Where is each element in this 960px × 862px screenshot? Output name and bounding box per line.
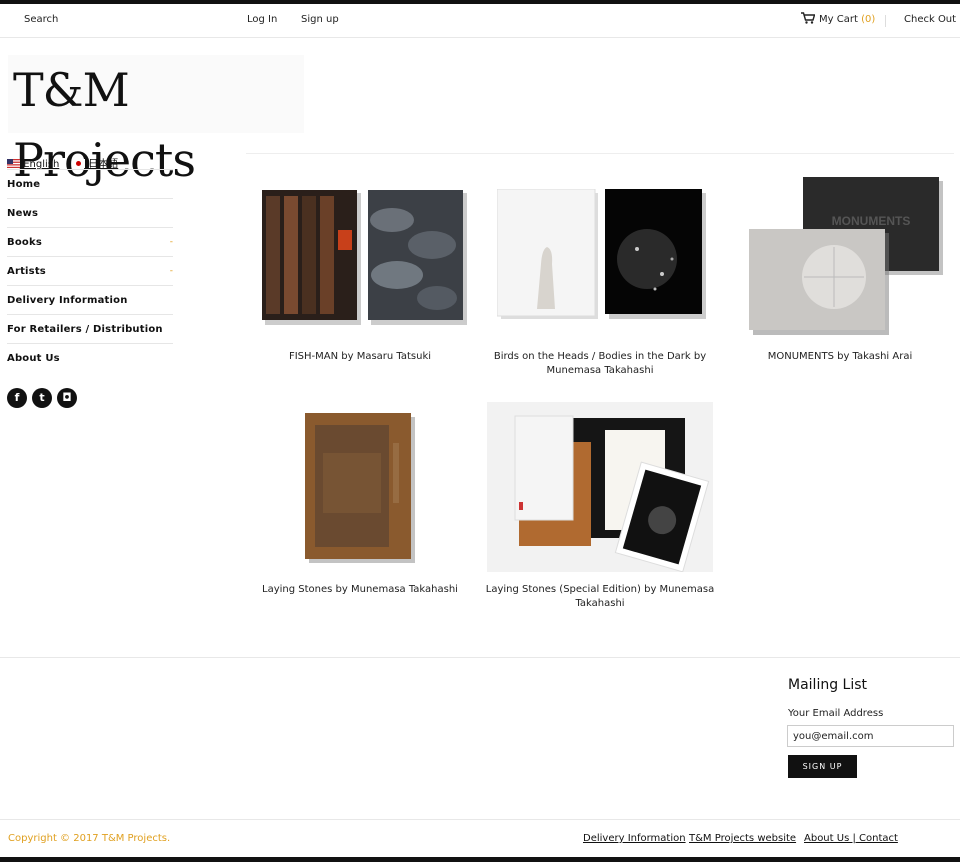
- product-card[interactable]: Laying Stones by Munemasa Takahashi: [250, 400, 470, 600]
- divider: [885, 15, 886, 27]
- signup-button[interactable]: SIGN UP: [788, 755, 857, 778]
- footer-link-about[interactable]: About Us | Contact: [804, 833, 898, 844]
- twitter-icon[interactable]: t: [32, 388, 52, 408]
- checkout-link[interactable]: Check Out: [904, 14, 956, 25]
- footer-divider: [0, 657, 960, 658]
- mailing-list-label: Your Email Address: [788, 708, 884, 719]
- footer-link-website[interactable]: T&M Projects website: [689, 833, 796, 844]
- nav-item-home[interactable]: Home: [7, 169, 173, 198]
- product-image-monuments[interactable]: MONUMENTS: [749, 177, 945, 335]
- product-card[interactable]: FISH-MAN by Masaru Tatsuki: [250, 175, 470, 375]
- login-link[interactable]: Log In: [247, 14, 277, 25]
- nav-label: Books: [7, 237, 42, 248]
- product-title[interactable]: Birds on the Heads / Bodies in the Dark …: [485, 350, 715, 378]
- nav-item-delivery[interactable]: Delivery Information: [7, 285, 173, 314]
- footer-link-delivery[interactable]: Delivery Information: [583, 833, 686, 844]
- site-logo[interactable]: T&M Projects: [8, 55, 304, 187]
- product-image-birds[interactable]: [497, 189, 707, 319]
- nav-item-about[interactable]: About Us: [7, 343, 173, 372]
- product-image-laying-stones-special[interactable]: [487, 402, 713, 572]
- product-image-fishman[interactable]: [262, 190, 467, 326]
- expand-icon[interactable]: -: [170, 237, 173, 247]
- nav-item-retailers[interactable]: For Retailers / Distribution: [7, 314, 173, 343]
- product-card[interactable]: Laying Stones (Special Edition) by Munem…: [485, 400, 715, 610]
- nav-label: About Us: [7, 353, 60, 364]
- nav-label: Delivery Information: [7, 295, 128, 306]
- instagram-icon[interactable]: ◘: [57, 388, 77, 408]
- cart-count: (0): [861, 14, 876, 25]
- cart-link[interactable]: My Cart (0): [819, 14, 875, 25]
- product-card[interactable]: MONUMENTS MONUMENTS by Takashi Arai: [735, 175, 945, 375]
- cart-label: My Cart: [819, 14, 858, 25]
- top-bar: Search Log In Sign up My Cart (0) Check …: [0, 4, 960, 38]
- mailing-list-title: Mailing List: [788, 677, 868, 693]
- cart-icon[interactable]: [801, 12, 816, 27]
- nav-item-books[interactable]: Books -: [7, 227, 173, 256]
- expand-icon[interactable]: -: [170, 266, 173, 276]
- product-card[interactable]: Birds on the Heads / Bodies in the Dark …: [485, 175, 715, 385]
- facebook-icon[interactable]: f: [7, 388, 27, 408]
- product-title[interactable]: Laying Stones (Special Edition) by Munem…: [485, 583, 715, 611]
- product-title[interactable]: Laying Stones by Munemasa Takahashi: [250, 583, 470, 597]
- monuments-cover-text: MONUMENTS: [832, 214, 911, 228]
- nav-item-news[interactable]: News: [7, 198, 173, 227]
- footer-divider: [0, 819, 960, 820]
- sidebar-nav: Home News Books - Artists - Delivery Inf…: [7, 169, 173, 372]
- product-title[interactable]: FISH-MAN by Masaru Tatsuki: [250, 350, 470, 364]
- nav-label: Home: [7, 179, 41, 190]
- content-divider: [246, 153, 954, 154]
- email-field[interactable]: [787, 725, 954, 747]
- product-title[interactable]: MONUMENTS by Takashi Arai: [735, 350, 945, 364]
- product-image-laying-stones[interactable]: [305, 413, 415, 563]
- search-link[interactable]: Search: [24, 14, 58, 25]
- copyright-text: Copyright © 2017 T&M Projects.: [8, 833, 171, 844]
- bottom-border: [0, 857, 960, 862]
- nav-label: Artists: [7, 266, 46, 277]
- nav-label: For Retailers / Distribution: [7, 324, 163, 335]
- nav-item-artists[interactable]: Artists -: [7, 256, 173, 285]
- signup-link[interactable]: Sign up: [301, 14, 339, 25]
- nav-label: News: [7, 208, 39, 219]
